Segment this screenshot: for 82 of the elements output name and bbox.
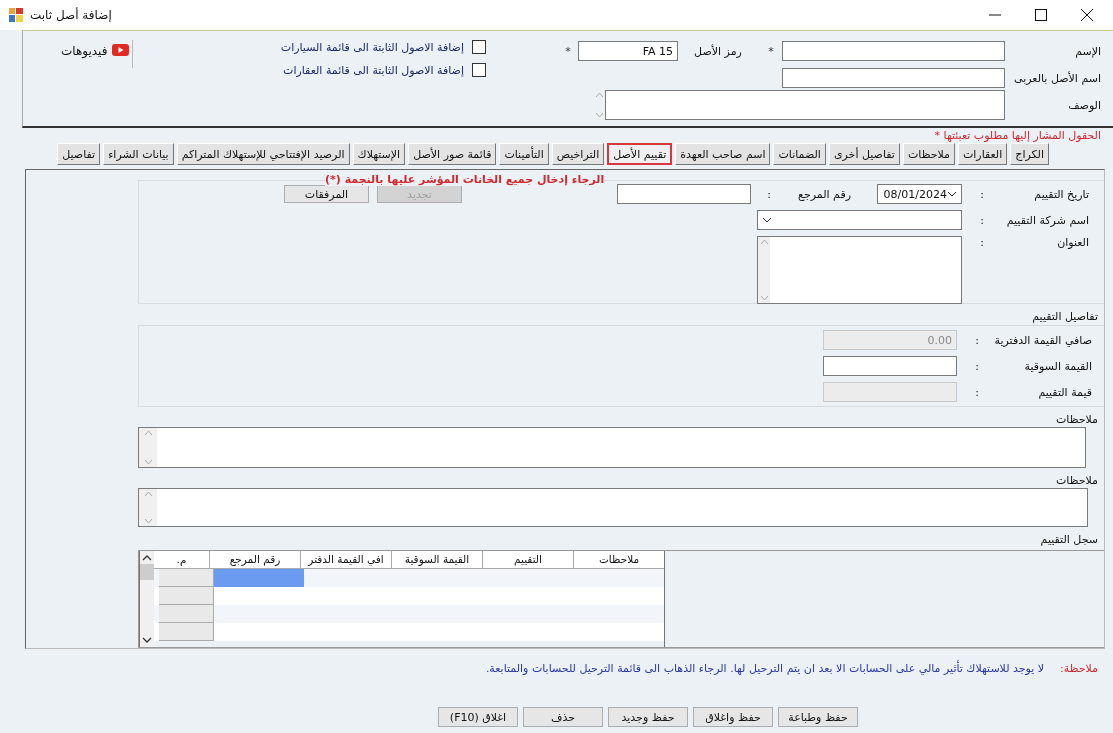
tab[interactable]: التراخيص — [551, 143, 605, 165]
checkbox[interactable] — [472, 63, 486, 77]
tab[interactable]: الكراج — [1010, 143, 1049, 165]
colon: : — [974, 385, 979, 399]
row-header[interactable] — [159, 569, 214, 587]
code-field[interactable]: FA 15 — [578, 41, 678, 61]
row-header[interactable] — [159, 605, 214, 623]
field-label: الوصف — [1067, 98, 1102, 112]
tab[interactable]: العقارات — [957, 143, 1008, 165]
section-title: ملاحظات — [1056, 473, 1098, 487]
field-label: اسم الأصل بالعربى — [1013, 71, 1102, 85]
required-mark: * — [564, 44, 572, 58]
field-label: صافي القيمة الدفترية — [993, 333, 1092, 347]
required-note: الحقول المشار إليها مطلوب تعبئتها * — [934, 129, 1101, 142]
maximize-icon[interactable] — [1035, 9, 1047, 21]
row-header[interactable] — [159, 623, 214, 641]
colon: : — [766, 187, 771, 201]
tab[interactable]: الإستهلاك — [352, 143, 406, 165]
field-label: العنوان — [1056, 236, 1089, 249]
section-title: تفاصيل التقييم — [1032, 310, 1098, 323]
field-label: رقم المرجع — [797, 187, 851, 201]
note-label: ملاحظة: — [1060, 662, 1098, 677]
tab[interactable]: اسم صاحب العهدة — [675, 143, 771, 165]
reference-field[interactable] — [617, 184, 751, 204]
date-picker[interactable]: 08/01/2024 — [877, 184, 962, 204]
column-header[interactable]: رقم المرجع — [209, 551, 300, 569]
tab[interactable]: الرصيد الإفتتاحي للإستهلاك المتراكم — [176, 143, 350, 165]
field-label: الإسم — [1074, 44, 1102, 58]
colon: : — [974, 359, 979, 373]
colon: : — [974, 333, 979, 347]
column-header[interactable]: التقييم — [482, 551, 573, 569]
action-button[interactable]: حفظ وطباعة — [778, 707, 858, 727]
note-text: لا يوجد للاستهلاك تأثير مالي على الحسابات الا بعد ان يتم الترحيل لها. الرجاء الذهاب الى قائمة الترحيل للحسابات والمتابعة. — [485, 662, 1045, 677]
colon: : — [979, 236, 984, 249]
action-button[interactable]: اغلاق (F10) — [438, 707, 518, 727]
checkbox[interactable] — [472, 40, 486, 54]
scrollbar-thumb[interactable] — [140, 564, 154, 580]
tab[interactable]: بيانات الشراء — [103, 143, 174, 165]
field-label: رمز الأصل — [693, 44, 743, 58]
scroll-up-icon[interactable] — [142, 555, 152, 561]
section-title: ملاحظات — [1056, 413, 1098, 426]
column-header[interactable]: افي القيمة الدفتر — [300, 551, 391, 569]
row-header[interactable] — [159, 587, 214, 605]
colon: : — [979, 213, 984, 227]
close-icon[interactable] — [1081, 9, 1093, 21]
name-field[interactable] — [782, 41, 1005, 61]
current-cell[interactable] — [214, 569, 304, 587]
colon: : — [979, 187, 984, 201]
company-dropdown[interactable] — [757, 210, 962, 230]
field-label: اسم شركة التقييم — [1005, 213, 1089, 227]
scrollbar[interactable] — [140, 551, 154, 647]
tab[interactable]: ملاحظات — [902, 143, 955, 165]
warning-message: الرجاء إدخال جميع الخانات المؤشر عليها بالنجمة (*) — [325, 173, 605, 186]
value-field[interactable] — [823, 356, 957, 376]
tab[interactable]: تفاصيل — [57, 143, 101, 165]
tab[interactable]: الضمانات — [773, 143, 826, 165]
column-header[interactable]: القيمة السوقية — [391, 551, 482, 569]
tab[interactable]: قائمة صور الأصل — [408, 143, 497, 165]
window-title: إضافة أصل ثابت — [30, 8, 112, 22]
checkbox-label: إضافة الاصول الثابتة الى قائمة السيارات — [280, 40, 464, 54]
field-label: قيمة التقييم — [1037, 385, 1092, 399]
tab[interactable]: التأمينات — [499, 143, 549, 165]
dropdown-icon[interactable] — [947, 191, 957, 197]
field-label: القيمة السوقية — [1023, 359, 1092, 373]
field-label: تاريخ التقييم — [1033, 187, 1089, 201]
videos-link[interactable]: فيديوهات — [61, 44, 108, 58]
scroll-down-icon[interactable] — [142, 637, 152, 643]
required-mark: * — [767, 44, 775, 58]
dropdown-icon[interactable] — [762, 217, 772, 223]
section-title: سجل التقييم — [1040, 533, 1098, 546]
table-row[interactable] — [154, 569, 664, 587]
form-button[interactable]: المرفقات — [284, 185, 369, 203]
tab[interactable]: تقييم الأصل — [607, 143, 673, 165]
app-icon — [8, 7, 24, 23]
action-button[interactable]: حذف — [523, 707, 603, 727]
action-button[interactable]: حفظ واغلاق — [693, 707, 773, 727]
tab[interactable]: تفاصيل أخرى — [828, 143, 900, 165]
play-icon[interactable] — [112, 44, 130, 56]
action-button[interactable]: حفظ وجديد — [608, 707, 688, 727]
column-header[interactable]: ملاحظات — [573, 551, 664, 569]
arabic-name-field[interactable] — [782, 68, 1005, 88]
checkbox-label: إضافة الاصول الثابتة الى قائمة العقارات — [283, 63, 464, 77]
